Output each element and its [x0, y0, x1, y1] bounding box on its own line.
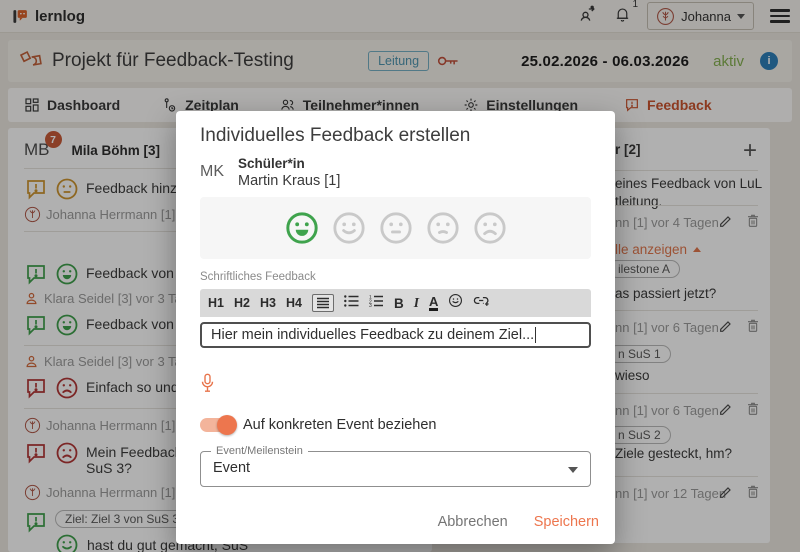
modal-title: Individuelles Feedback erstellen: [200, 125, 470, 147]
cancel-button[interactable]: Abbrechen: [438, 514, 508, 530]
editor-toolbar: H1 H2 H3 H4 123 B I A: [200, 289, 591, 317]
recipient-name: Martin Kraus [1]: [238, 173, 340, 189]
insert-link-button[interactable]: [473, 294, 490, 312]
align-justify-button[interactable]: [312, 294, 334, 312]
heading3-button[interactable]: H3: [260, 296, 276, 310]
feedback-text-input[interactable]: Hier mein individuelles Feedback zu dein…: [200, 322, 591, 348]
italic-button[interactable]: I: [414, 295, 419, 311]
bullet-list-button[interactable]: [344, 294, 359, 312]
svg-text:3: 3: [369, 303, 372, 307]
create-feedback-modal: Individuelles Feedback erstellen MK Schü…: [176, 111, 615, 544]
bold-button[interactable]: B: [394, 296, 404, 311]
event-toggle-row: Auf konkreten Event beziehen: [200, 417, 436, 433]
mood-unhappy[interactable]: [426, 211, 460, 245]
recipient-initials: MK: [200, 163, 224, 181]
mood-very-happy-selected[interactable]: [285, 211, 319, 245]
text-cursor: [535, 327, 536, 343]
ordered-list-button[interactable]: 123: [369, 294, 384, 312]
save-button[interactable]: Speichern: [534, 514, 599, 530]
heading4-button[interactable]: H4: [286, 296, 302, 310]
mood-sad[interactable]: [473, 211, 507, 245]
mood-happy[interactable]: [332, 211, 366, 245]
event-select[interactable]: Event/Meilenstein Event: [200, 451, 591, 487]
emoji-button[interactable]: [448, 293, 463, 313]
event-toggle-label: Auf konkreten Event beziehen: [243, 417, 436, 433]
event-select-label: Event/Meilenstein: [211, 445, 308, 457]
heading2-button[interactable]: H2: [234, 296, 250, 310]
event-toggle-on[interactable]: [200, 418, 234, 432]
event-select-value: Event: [213, 460, 250, 476]
mood-rating: [200, 197, 591, 259]
recipient-role: Schüler*in: [238, 156, 305, 171]
mood-neutral[interactable]: [379, 211, 413, 245]
heading1-button[interactable]: H1: [208, 296, 224, 310]
editor-label: Schriftliches Feedback: [200, 271, 316, 283]
chevron-down-icon: [568, 467, 578, 473]
text-color-button[interactable]: A: [429, 295, 438, 311]
microphone-button[interactable]: [200, 373, 215, 398]
app-root: lernlog 1: [0, 0, 800, 552]
